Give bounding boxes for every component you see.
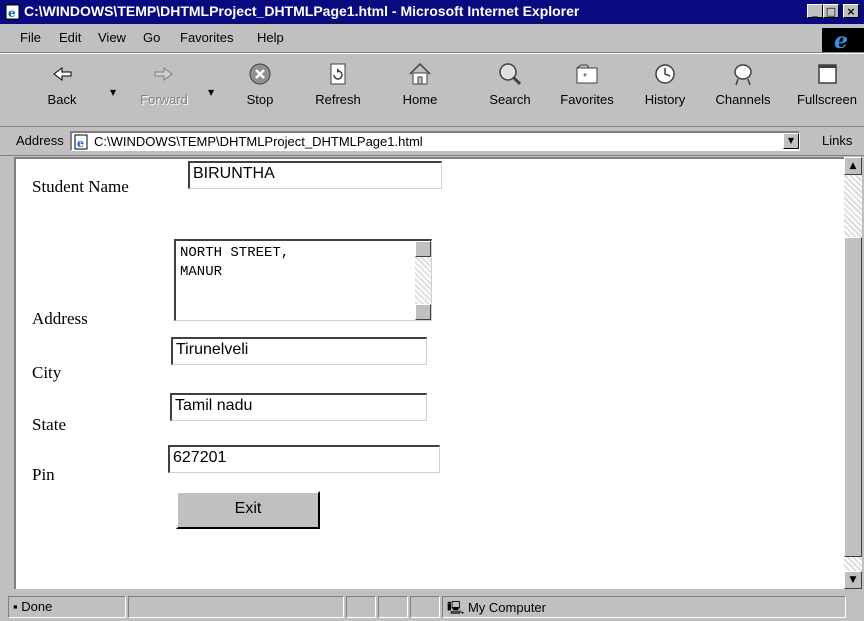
menu-bar: File Edit View Go Favorites Help xyxy=(0,24,864,53)
address-bar: Address e C:\WINDOWS\TEMP\DHTMLProject_D… xyxy=(0,127,864,156)
city-label: City xyxy=(32,363,62,382)
status-panel xyxy=(410,596,440,618)
address-textarea[interactable]: NORTH STREET, MANUR xyxy=(174,239,432,321)
address-input[interactable]: e C:\WINDOWS\TEMP\DHTMLProject_DHTMLPage… xyxy=(70,131,800,151)
close-button[interactable]: × xyxy=(843,4,859,18)
svg-text:*: * xyxy=(583,72,587,83)
address-line: MANUR xyxy=(180,264,223,280)
status-page-icon: ▪ xyxy=(13,599,18,614)
status-progress-panel xyxy=(128,596,344,618)
page-icon: e xyxy=(74,134,88,150)
channels-icon xyxy=(734,64,752,86)
channels-button[interactable]: Channels xyxy=(708,58,778,120)
address-field-label: Address xyxy=(32,309,88,328)
menu-file[interactable]: File xyxy=(20,30,41,45)
refresh-button[interactable]: Refresh xyxy=(308,58,368,120)
svg-text:e: e xyxy=(8,6,16,20)
home-label: Home xyxy=(402,92,438,107)
student-name-input[interactable]: BIRUNTHA xyxy=(188,161,442,189)
status-text-panel: ▪ Done xyxy=(8,596,126,618)
menu-help[interactable]: Help xyxy=(257,30,284,45)
fullscreen-icon xyxy=(818,64,837,84)
menu-go[interactable]: Go xyxy=(143,30,160,45)
favorites-icon: * xyxy=(576,64,598,84)
fullscreen-button[interactable]: Fullscreen xyxy=(790,58,864,120)
forward-button[interactable]: Forward xyxy=(134,58,194,120)
menu-favorites[interactable]: Favorites xyxy=(180,30,233,45)
stop-button[interactable]: Stop xyxy=(240,58,280,120)
forward-arrow-icon xyxy=(154,67,173,81)
scroll-up-button[interactable]: ▲ xyxy=(844,157,862,175)
ie-page-icon: e xyxy=(5,4,20,20)
pin-label: Pin xyxy=(32,465,55,484)
window-title: C:\WINDOWS\TEMP\DHTMLProject_DHTMLPage1.… xyxy=(24,3,580,19)
forward-dropdown-icon[interactable]: ▼ xyxy=(208,88,214,97)
search-icon xyxy=(499,63,522,86)
pin-input[interactable]: 627201 xyxy=(168,445,440,473)
status-text: Done xyxy=(21,599,53,614)
address-value: C:\WINDOWS\TEMP\DHTMLProject_DHTMLPage1.… xyxy=(94,134,423,149)
channels-label: Channels xyxy=(715,92,771,107)
links-button[interactable]: Links xyxy=(822,133,852,148)
fullscreen-label: Fullscreen xyxy=(797,92,857,107)
scrollbar-thumb[interactable] xyxy=(844,237,862,557)
textarea-scrollbar[interactable] xyxy=(415,241,431,320)
scroll-up-icon[interactable] xyxy=(415,241,431,257)
city-input[interactable]: Tirunelveli xyxy=(171,337,427,365)
status-panel xyxy=(346,596,376,618)
page-content: ▀▀▀▀▀▀▀▀▀▀▀▀▀▀▀▀▀▀▀ Student Name BIRUNTH… xyxy=(14,157,844,589)
address-line: NORTH STREET, xyxy=(180,245,290,261)
back-arrow-icon xyxy=(53,67,72,81)
menu-edit[interactable]: Edit xyxy=(59,30,81,45)
back-label: Back xyxy=(47,92,77,107)
status-zone: My Computer xyxy=(467,600,546,615)
state-input[interactable]: Tamil nadu xyxy=(170,393,427,421)
home-button[interactable]: Home xyxy=(395,58,445,120)
svg-text:e: e xyxy=(77,137,84,150)
back-button[interactable]: Back xyxy=(40,58,84,120)
state-label: State xyxy=(32,415,66,434)
exit-button[interactable]: Exit xyxy=(176,491,320,529)
history-button[interactable]: History xyxy=(640,58,690,120)
history-label: History xyxy=(644,92,686,107)
computer-icon: 🖳 xyxy=(447,600,465,615)
refresh-icon xyxy=(330,63,346,85)
menu-view[interactable]: View xyxy=(98,30,126,45)
home-icon xyxy=(409,62,431,85)
forward-label: Forward xyxy=(140,92,188,107)
title-bar[interactable]: e C:\WINDOWS\TEMP\DHTMLProject_DHTMLPage… xyxy=(0,0,864,24)
back-dropdown-icon[interactable]: ▼ xyxy=(110,88,116,97)
status-bar: ▪ Done 🖳 My Computer xyxy=(0,592,864,621)
favorites-button[interactable]: * Favorites xyxy=(552,58,622,120)
scroll-down-icon[interactable] xyxy=(415,304,431,320)
search-button[interactable]: Search xyxy=(482,58,538,120)
page-scrollbar[interactable]: ▲ ▼ xyxy=(844,157,862,589)
maximize-button[interactable]: □ xyxy=(823,4,839,18)
stop-label: Stop xyxy=(246,92,274,107)
ie-logo: e xyxy=(822,28,864,54)
address-dropdown-icon[interactable]: ▼ xyxy=(783,133,799,149)
stop-icon xyxy=(249,63,271,85)
student-name-label: Student Name xyxy=(32,177,129,196)
history-icon xyxy=(655,64,675,84)
refresh-label: Refresh xyxy=(315,92,361,107)
favorites-label: Favorites xyxy=(560,92,614,107)
address-label: Address xyxy=(16,133,64,148)
minimize-button[interactable]: _ xyxy=(807,4,823,18)
toolbar: Back ▼ Forward ▼ Stop Refresh Home Searc… xyxy=(0,53,864,127)
search-label: Search xyxy=(489,92,531,107)
scroll-down-button[interactable]: ▼ xyxy=(844,571,862,589)
status-zone-panel: 🖳 My Computer xyxy=(442,596,846,618)
status-panel xyxy=(378,596,408,618)
